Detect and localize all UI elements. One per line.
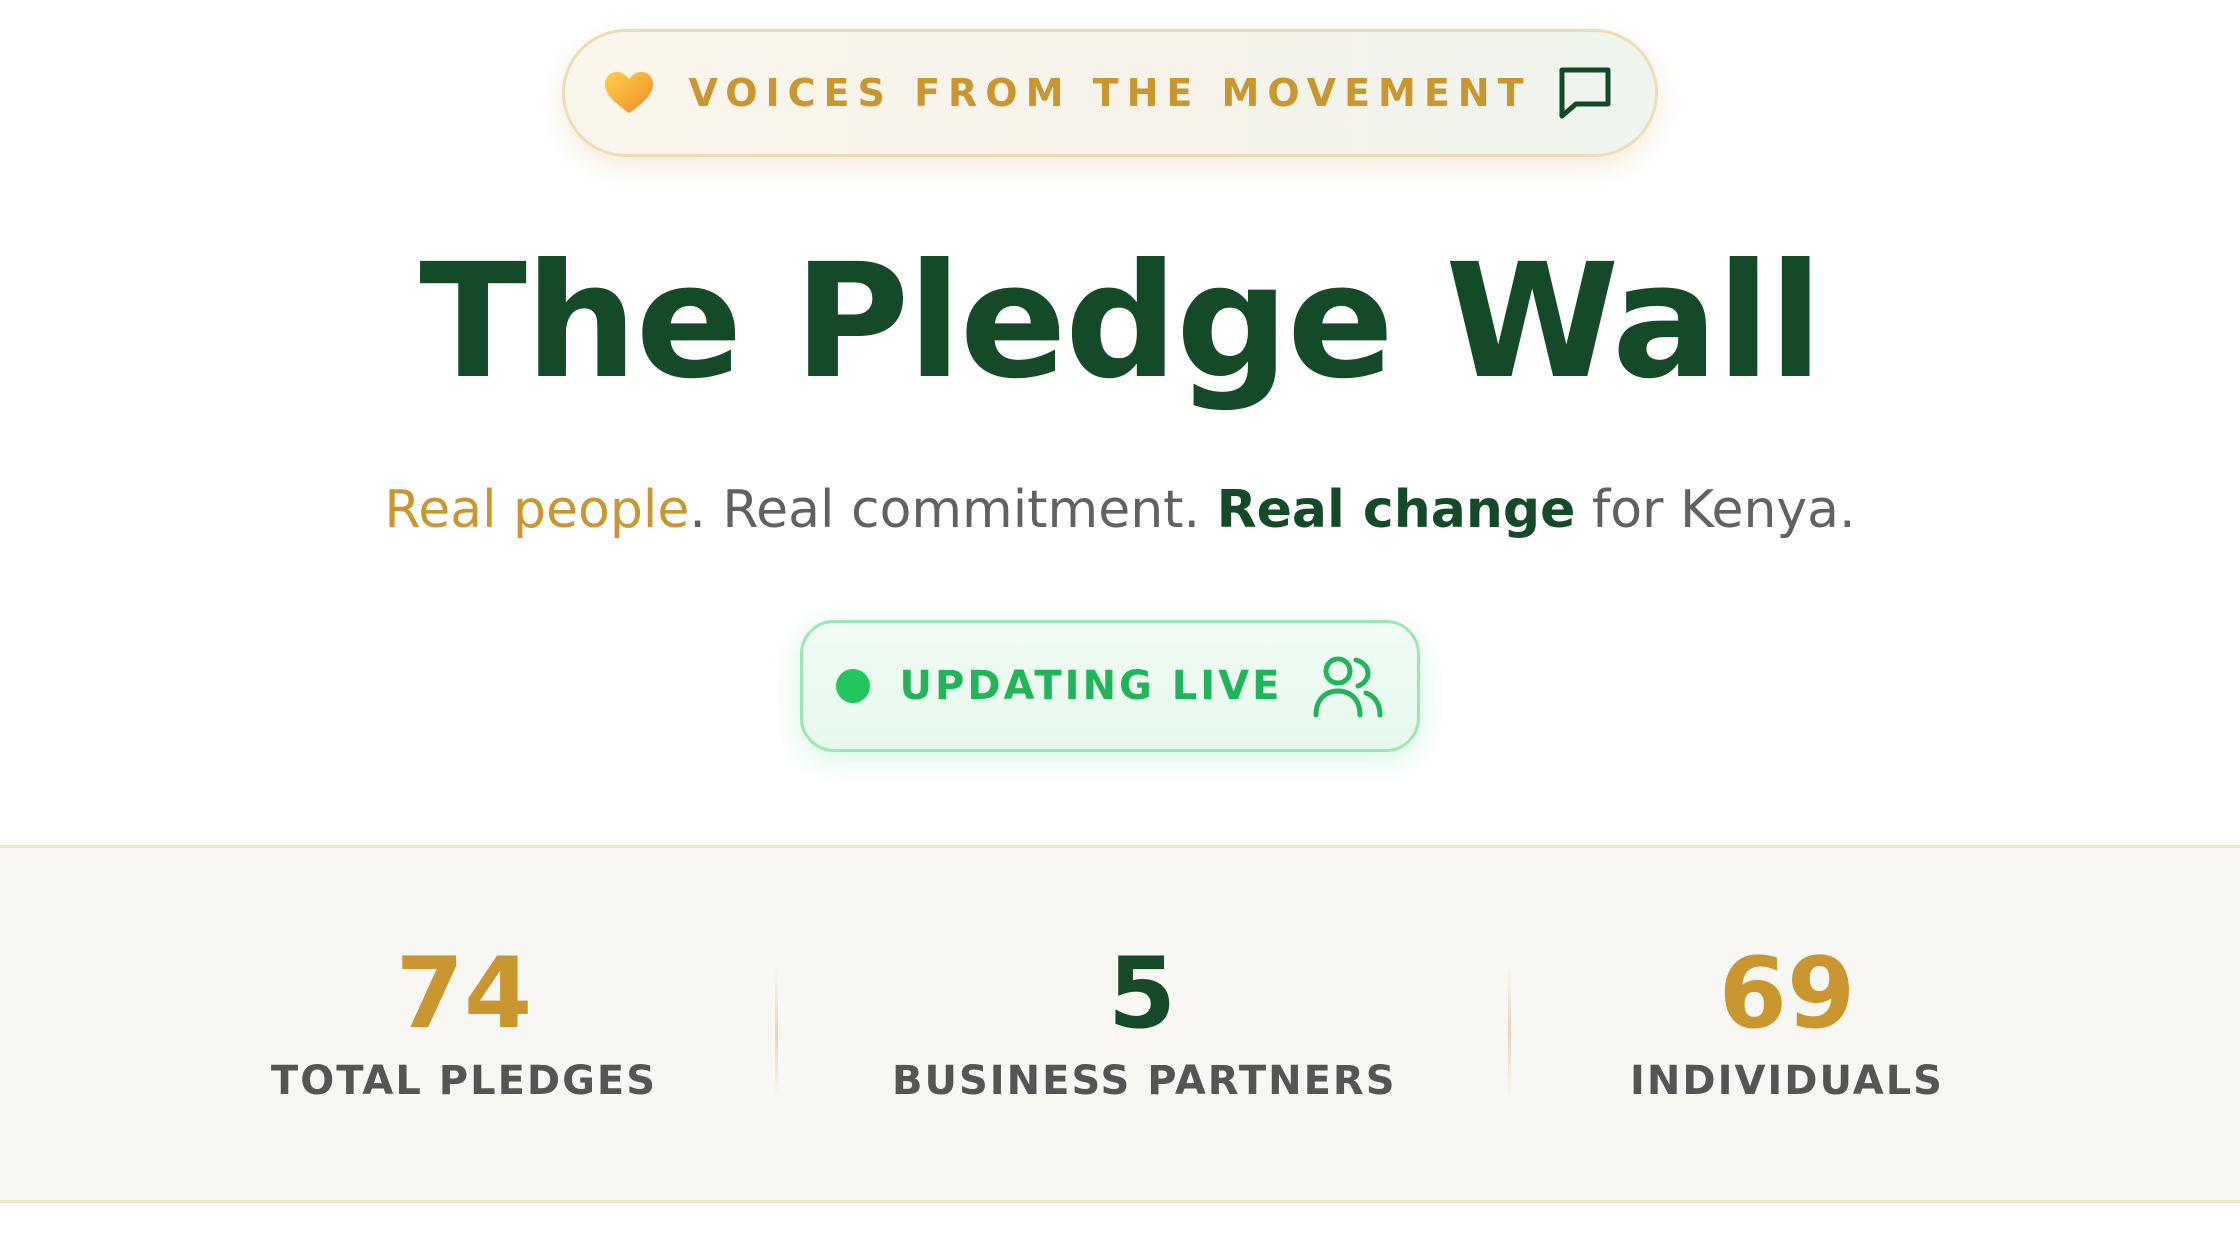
heart-icon xyxy=(605,72,654,113)
users-icon xyxy=(1313,656,1383,718)
stat-value: 69 xyxy=(1718,937,1856,1051)
stat-divider xyxy=(775,968,778,1098)
stat-value: 74 xyxy=(395,937,533,1051)
live-indicator-dot xyxy=(835,669,870,703)
stat-business-partners: 5 BUSINESS PARTNERS xyxy=(892,848,1397,1200)
page-title: The Pledge Wall xyxy=(419,230,1823,414)
stat-label: INDIVIDUALS xyxy=(1630,1058,1944,1104)
subtitle-text-commitment: . Real commitment. xyxy=(689,480,1217,540)
subtitle-text-kenya: for Kenya. xyxy=(1575,480,1856,540)
stat-value: 5 xyxy=(1107,937,1177,1051)
stat-label: TOTAL PLEDGES xyxy=(270,1058,658,1104)
stats-band: 74 TOTAL PLEDGES 5 BUSINESS PARTNERS 69 … xyxy=(0,845,2240,1203)
stat-total-pledges: 74 TOTAL PLEDGES xyxy=(214,848,714,1200)
live-status-label: UPDATING LIVE xyxy=(899,663,1283,709)
subtitle-highlight-people: Real people xyxy=(384,480,690,540)
badge-label: VOICES FROM THE MOVEMENT xyxy=(688,71,1532,115)
voices-badge: VOICES FROM THE MOVEMENT xyxy=(562,29,1658,157)
stat-label: BUSINESS PARTNERS xyxy=(892,1058,1397,1104)
subtitle-highlight-change: Real change xyxy=(1216,480,1576,540)
page-subtitle: Real people. Real commitment. Real chang… xyxy=(0,480,2240,540)
chat-bubble-icon xyxy=(1559,67,1611,119)
live-status-badge: UPDATING LIVE xyxy=(800,620,1420,752)
stat-individuals: 69 INDIVIDUALS xyxy=(1537,848,2037,1200)
pledge-wall-page: VOICES FROM THE MOVEMENT The Pledge Wall… xyxy=(0,0,2240,1260)
stat-divider xyxy=(1508,968,1511,1098)
